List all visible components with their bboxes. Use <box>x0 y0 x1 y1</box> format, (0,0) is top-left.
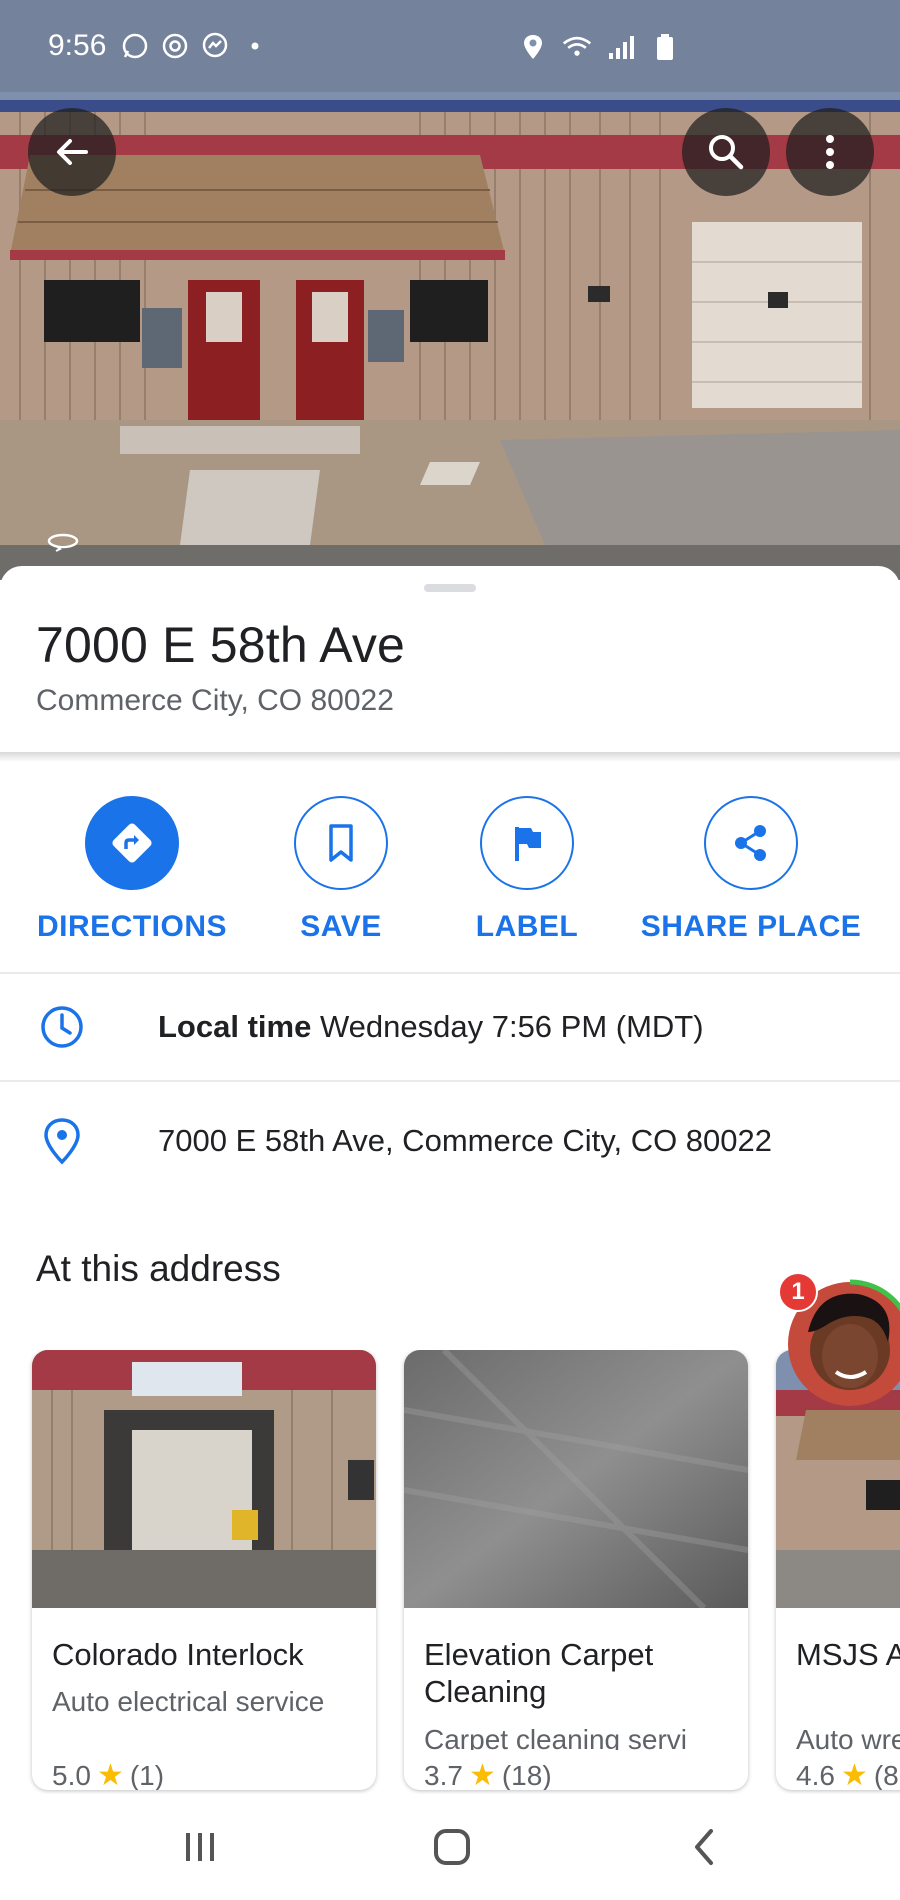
back-button[interactable] <box>28 108 116 196</box>
header-divider <box>0 752 900 762</box>
chat-head[interactable]: 1 <box>778 1272 900 1410</box>
street-view-photo[interactable]: 9:56 <box>0 0 900 580</box>
review-count: (1) <box>129 1759 165 1791</box>
local-time-text: Local time Wednesday 7:56 PM (MDT) <box>158 1009 704 1045</box>
divider <box>0 1080 900 1082</box>
business-category: Auto wre <box>796 1724 900 1750</box>
rating-value: 3.7 <box>424 1759 463 1791</box>
label-circle <box>480 796 574 890</box>
share-place-label: SHARE PLACE <box>640 910 862 943</box>
notification-badge: 1 <box>778 1272 818 1312</box>
battery-icon <box>650 32 680 62</box>
home-button[interactable] <box>422 1822 482 1872</box>
business-rating: 4.6 ★ (8 <box>796 1758 899 1790</box>
business-card[interactable]: MSJS A & Scrap Auto wre 4.6 ★ (8 <box>776 1350 900 1790</box>
directions-icon <box>112 823 152 863</box>
dot-icon <box>240 31 270 61</box>
arrow-left-icon <box>57 139 88 165</box>
status-time: 9:56 <box>48 29 107 62</box>
local-time-value: Wednesday 7:56 PM (MDT) <box>319 1009 704 1044</box>
more-options-button[interactable] <box>786 108 874 196</box>
system-nav-bar <box>0 1794 900 1900</box>
label-label: LABEL <box>475 910 579 943</box>
search-button[interactable] <box>682 108 770 196</box>
address-row[interactable]: 7000 E 58th Ave, Commerce City, CO 80022 <box>0 1086 900 1196</box>
search-icon <box>709 135 744 170</box>
rating-value: 4.6 <box>796 1759 835 1791</box>
business-card[interactable]: Colorado Interlock Auto electrical servi… <box>32 1350 376 1790</box>
business-rating: 5.0 ★ (1) <box>52 1758 164 1790</box>
directions-button[interactable]: DIRECTIONS <box>34 796 230 944</box>
chevron-left-icon <box>695 1829 713 1865</box>
share-place-button[interactable]: SHARE PLACE <box>640 796 862 944</box>
home-icon <box>434 1829 470 1865</box>
at-this-address-carousel[interactable]: Colorado Interlock Auto electrical servi… <box>0 1350 900 1800</box>
star-icon: ★ <box>96 1759 124 1790</box>
business-category: Auto electrical service <box>52 1686 325 1717</box>
recent-apps-button[interactable] <box>170 1822 230 1872</box>
star-icon: ★ <box>468 1759 496 1790</box>
share-circle <box>704 796 798 890</box>
threads-icon <box>160 31 190 61</box>
business-name: Elevation Carpet Cleaning <box>424 1637 654 1709</box>
save-label: SAVE <box>300 910 382 943</box>
panorama-360-icon <box>46 530 80 557</box>
bookmark-icon <box>329 824 353 862</box>
location-icon <box>518 32 548 62</box>
star-icon: ★ <box>840 1759 868 1790</box>
business-photo <box>32 1350 376 1608</box>
clock-icon <box>38 1003 86 1051</box>
business-name: MSJS A & Scrap <box>796 1637 900 1672</box>
whatsapp-icon <box>120 31 150 61</box>
save-button[interactable]: SAVE <box>280 796 402 944</box>
address-text: 7000 E 58th Ave, Commerce City, CO 80022 <box>158 1123 773 1158</box>
directions-label: DIRECTIONS <box>36 910 227 943</box>
location-pin-icon <box>38 1117 86 1165</box>
business-category: Carpet cleaning servi <box>424 1724 688 1750</box>
flag-icon <box>515 827 541 861</box>
signal-icon <box>606 32 636 62</box>
wifi-icon <box>562 32 592 62</box>
label-button[interactable]: LABEL <box>466 796 588 944</box>
rating-value: 5.0 <box>52 1759 91 1791</box>
local-time-label: Local time <box>158 1009 312 1044</box>
business-card[interactable]: Elevation Carpet Cleaning Carpet cleanin… <box>404 1350 748 1790</box>
business-name: Colorado Interlock <box>52 1637 304 1672</box>
messenger-icon <box>200 31 230 61</box>
action-bar: DIRECTIONS SAVE LABEL SHARE PLACE <box>0 796 900 972</box>
drag-handle[interactable] <box>424 584 476 592</box>
directions-circle <box>85 796 179 890</box>
system-back-button[interactable] <box>674 1822 734 1872</box>
business-photo <box>404 1350 748 1608</box>
recent-apps-icon <box>186 1833 214 1861</box>
share-icon <box>735 825 766 861</box>
save-circle <box>294 796 388 890</box>
business-rating: 3.7 ★ (18) <box>424 1758 552 1790</box>
review-count: (18) <box>501 1759 552 1791</box>
review-count: (8 <box>873 1759 899 1791</box>
local-time-row[interactable]: Local time Wednesday 7:56 PM (MDT) <box>0 972 900 1082</box>
place-title: 7000 E 58th Ave <box>36 617 406 673</box>
more-vertical-icon <box>826 135 834 169</box>
place-subtitle: Commerce City, CO 80022 <box>36 684 394 717</box>
at-this-address-title: At this address <box>36 1248 281 1289</box>
status-bar: 9:56 <box>0 0 900 92</box>
